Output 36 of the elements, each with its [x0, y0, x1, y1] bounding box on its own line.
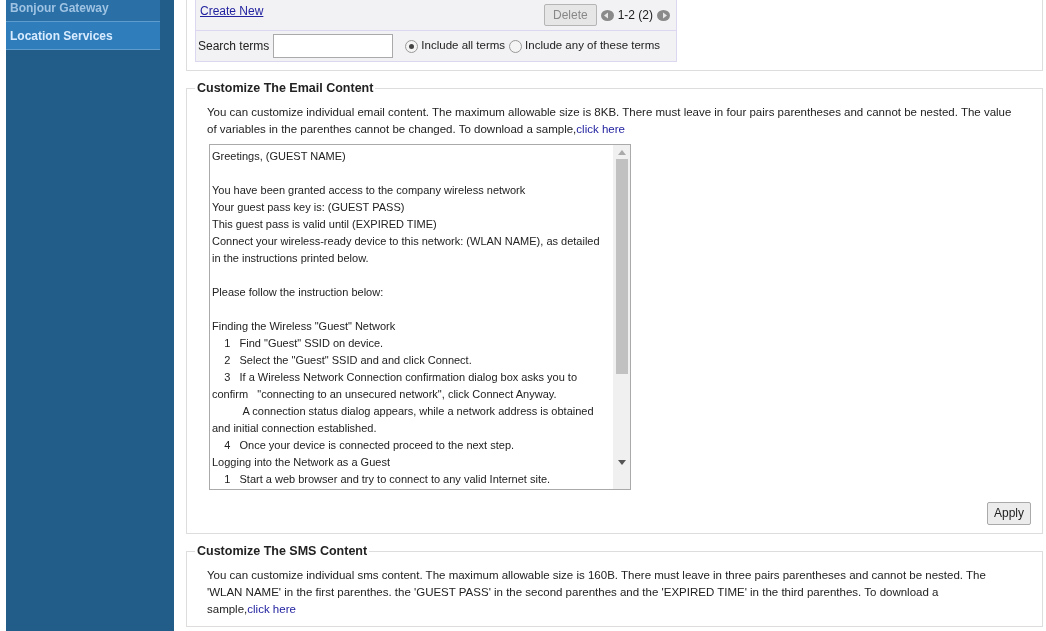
scrollbar-thumb[interactable]: [615, 158, 628, 374]
scroll-up-arrow-icon[interactable]: [617, 149, 626, 155]
content-line: This guest pass is valid until (EXPIRED TIME): [212, 216, 438, 232]
section-title: Customize The SMS Content: [196, 542, 369, 560]
content-line: 1 Find "Guest" SSID on device.: [223, 335, 385, 351]
radio-button[interactable]: [405, 39, 419, 53]
radio-label: Include any of these terms: [525, 38, 660, 54]
radio-button[interactable]: [509, 39, 523, 53]
scroll-down-arrow-icon[interactable]: [617, 459, 626, 465]
radio-label: Include all terms: [421, 38, 506, 54]
sample-link[interactable]: click here: [247, 602, 296, 615]
sidebar-item[interactable]: Location Services: [6, 22, 160, 50]
content-line: Logging into the Network as a Guest: [212, 454, 391, 470]
search-field[interactable]: [273, 34, 394, 58]
content-line: Finding the Wireless "Guest" Network: [212, 318, 397, 334]
previous-page-icon[interactable]: [600, 9, 614, 21]
content-line: Connect your wireless-ready device to this network: (WLAN NAME), as detailed in the instructions printed below.: [212, 233, 601, 266]
sms-description: You can customize individual sms content. The maximum allowable size is 160B. There must leave in three pairs parentheses and cannot be nested. The 'WLAN NAME' in the first parenthes. the 'GUEST PASS' in the second parenthes and the 'EXPIRED TIME' in the third parenthes. To download a sample,click here: [207, 567, 987, 617]
content-line: 4 Once your device is connected proceed to the next step.: [223, 437, 516, 453]
email-description: You can customize individual email content. The maximum allowable size is 8KB. There must leave in four pairs parentheses and cannot be nested. The value of variables in the parenthes cannot be changed. To download a sample,click here: [207, 104, 1013, 137]
content-line: Please follow the instruction below:: [212, 284, 385, 300]
apply-button[interactable]: Apply: [986, 501, 1031, 525]
next-page-icon[interactable]: [657, 9, 670, 21]
search-label: Search terms: [198, 38, 270, 55]
email-content-field[interactable]: [209, 143, 631, 490]
section-title: Customize The Email Content: [196, 80, 375, 97]
content-line: 1 Start a web browser and try to connect to any valid Internet site.: [223, 471, 552, 487]
sample-link[interactable]: click here: [576, 122, 625, 135]
content-line: 3 If a Wireless Network Connection confirmation dialog box asks you to confirm "connecting to an unsecured network", click Connect Anyway.: [212, 369, 578, 402]
content-line: A connection status dialog appears, while a network address is obtained and initial connection established.: [212, 403, 595, 436]
create-new-link[interactable]: Create New: [200, 2, 264, 20]
content-line: Greetings, (GUEST NAME): [212, 148, 347, 164]
content-line: You have been granted access to the company wireless network: [212, 182, 527, 198]
content-line: 2 Select the "Guest" SSID and and click Connect.: [223, 352, 473, 368]
page-counter: 1-2 (2): [617, 7, 653, 24]
content-line: Your guest pass key is: (GUEST PASS): [212, 199, 406, 215]
